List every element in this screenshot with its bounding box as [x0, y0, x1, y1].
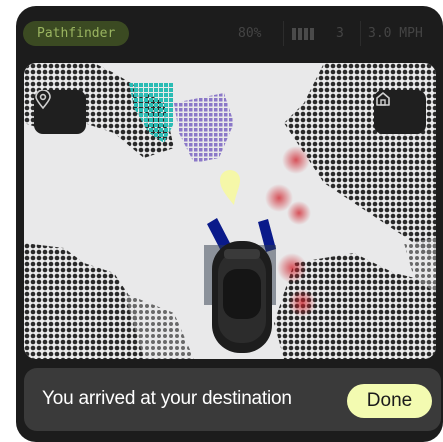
divider [283, 21, 284, 46]
speed-readout: 3.0 MPH [368, 26, 423, 41]
map-view[interactable] [24, 63, 436, 359]
location-pin-icon [35, 90, 51, 110]
home-icon [376, 92, 390, 106]
battery-level: 80% [238, 26, 262, 41]
destination-pin-icon [220, 170, 240, 205]
status-bar: Pathfinder 80% 3 3.0 MPH [16, 6, 443, 60]
home-button[interactable] [374, 90, 426, 134]
done-button[interactable]: Done [347, 384, 432, 418]
divider [360, 21, 361, 46]
purple-cluster [174, 93, 234, 163]
locate-button[interactable] [34, 90, 86, 134]
robot-app-screen: Pathfinder 80% 3 3.0 MPH You arrived at … [16, 6, 443, 442]
arrival-message: You arrived at your destination [42, 388, 292, 409]
robot-marker [204, 241, 276, 353]
app-name-badge: Pathfinder [23, 21, 130, 46]
arrival-notification: You arrived at your destination Done [24, 368, 441, 431]
signal-count: 3 [336, 26, 344, 41]
signal-bars-icon [292, 28, 314, 40]
